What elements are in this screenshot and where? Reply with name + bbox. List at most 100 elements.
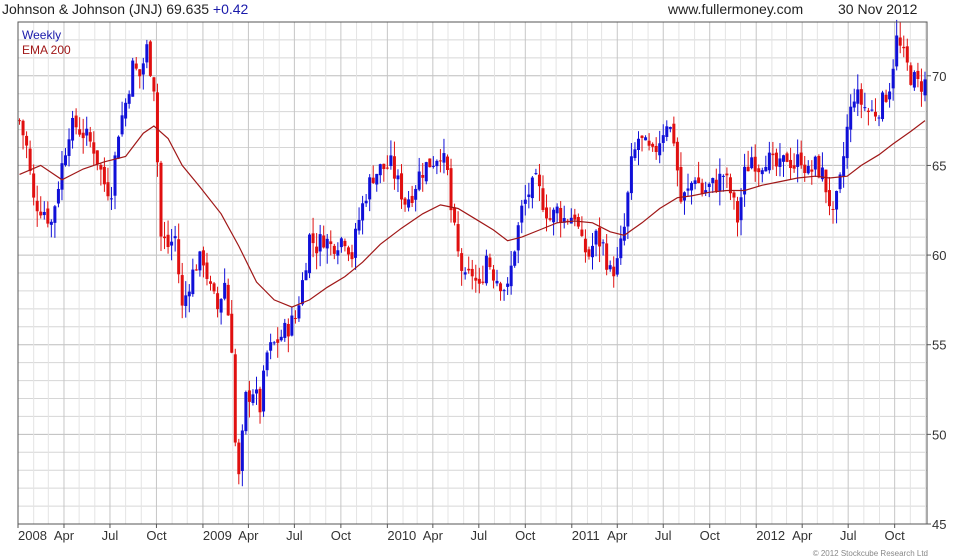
candle-up — [251, 394, 255, 403]
candle-down — [792, 165, 796, 169]
candle-down — [88, 132, 92, 142]
candle-down — [166, 234, 170, 248]
candle-down — [640, 135, 644, 138]
candle-up — [502, 290, 506, 292]
candle-up — [523, 199, 527, 204]
candle-up — [622, 226, 626, 241]
candle-up — [842, 156, 846, 177]
candle-down — [866, 110, 870, 113]
candle-down — [753, 156, 757, 172]
candle-up — [67, 139, 71, 156]
candle-up — [53, 206, 57, 223]
candle-down — [647, 140, 651, 146]
candle-up — [608, 265, 612, 270]
candle-up — [711, 178, 715, 184]
candle-down — [392, 156, 396, 179]
candle-up — [534, 173, 538, 175]
candle-down — [230, 313, 234, 353]
candle-down — [559, 207, 563, 223]
candle-up — [283, 322, 287, 338]
candle-up — [750, 157, 754, 169]
candle-up — [304, 270, 308, 281]
candle-down — [410, 195, 414, 203]
legend-weekly: Weekly — [22, 28, 62, 42]
x-tick-label: Apr — [423, 528, 444, 543]
candle-up — [42, 211, 46, 216]
candle-up — [417, 171, 421, 190]
candle-up — [357, 219, 361, 231]
candle-down — [201, 250, 205, 266]
candle-up — [71, 117, 75, 141]
candle-up — [339, 238, 343, 248]
candle-up — [300, 280, 304, 305]
candle-down — [311, 233, 315, 244]
candle-down — [827, 190, 831, 207]
candle-up — [835, 190, 839, 210]
candle-down — [654, 145, 658, 153]
x-tick-label: 2008 — [18, 528, 47, 543]
candle-up — [184, 295, 188, 306]
candle-up — [707, 183, 711, 187]
candle-down — [700, 182, 704, 195]
candle-up — [877, 117, 881, 119]
candle-down — [449, 168, 453, 211]
y-tick-label: 65 — [932, 158, 946, 173]
candle-up — [527, 194, 531, 197]
candle-down — [541, 188, 545, 210]
candle-up — [173, 236, 177, 239]
candle-up — [308, 234, 312, 274]
candle-up — [240, 430, 244, 471]
candle-up — [375, 173, 379, 185]
candle-up — [223, 282, 227, 299]
candle-down — [237, 442, 241, 475]
x-tick-label: Oct — [515, 528, 536, 543]
x-tick-label: Jul — [471, 528, 488, 543]
x-tick-label: Jul — [655, 528, 672, 543]
candle-up — [463, 272, 467, 275]
candle-down — [474, 277, 478, 281]
candle-up — [520, 205, 524, 223]
candle-down — [587, 249, 591, 257]
x-tick-label: 2012 — [756, 528, 785, 543]
candle-down — [598, 227, 602, 247]
candle-down — [799, 152, 803, 166]
candle-up — [782, 155, 786, 162]
candle-up — [888, 91, 892, 100]
candle-up — [778, 158, 782, 167]
candle-down — [499, 283, 503, 292]
candle-down — [824, 169, 828, 193]
candle-up — [63, 155, 67, 166]
candle-down — [95, 150, 99, 165]
candle-down — [583, 238, 587, 253]
candle-up — [806, 166, 810, 174]
x-tick-label: Oct — [885, 528, 906, 543]
candle-down — [438, 160, 442, 162]
candle-up — [721, 175, 725, 177]
candle-up — [658, 143, 662, 156]
candle-up — [269, 342, 273, 351]
candle-down — [81, 132, 85, 139]
candle-up — [290, 315, 294, 336]
candle-down — [456, 224, 460, 252]
y-tick-label: 50 — [932, 427, 946, 442]
x-tick-label: Apr — [238, 528, 259, 543]
candle-down — [810, 169, 814, 172]
candle-up — [764, 166, 768, 172]
legend: Weekly EMA 200 — [22, 28, 71, 58]
x-tick-label: Jul — [286, 528, 303, 543]
candle-down — [28, 148, 32, 172]
x-tick-label: 2011 — [572, 528, 600, 543]
candle-up — [891, 68, 895, 89]
candle-up — [690, 182, 694, 191]
candle-up — [219, 299, 223, 313]
x-tick-label: Oct — [331, 528, 352, 543]
candle-up — [594, 230, 598, 245]
candle-down — [612, 266, 616, 277]
candle-up — [718, 173, 722, 192]
candle-down — [545, 207, 549, 219]
candle-down — [134, 63, 138, 69]
y-tick-label: 45 — [932, 517, 946, 532]
candle-up — [407, 199, 411, 208]
candle-down — [803, 164, 807, 174]
candle-down — [233, 354, 237, 443]
